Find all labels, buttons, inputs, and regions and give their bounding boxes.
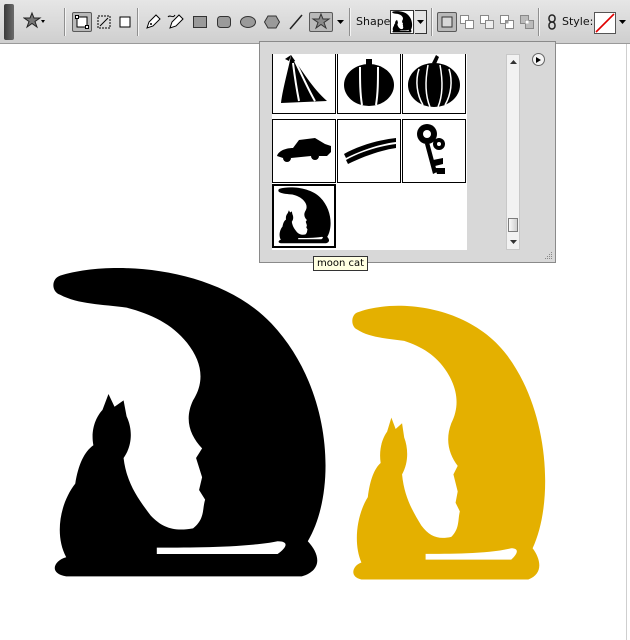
shape-picker-dropdown[interactable] [415, 10, 427, 34]
intersect-shape-icon [500, 15, 514, 29]
rounded-rectangle-icon [217, 16, 231, 28]
canvas-right-edge [626, 44, 627, 640]
add-to-shape-area-button[interactable] [457, 12, 477, 32]
toolbar-grip-handle[interactable] [4, 4, 14, 40]
style-dropdown[interactable] [618, 12, 627, 32]
shape-label: Shape: [356, 15, 395, 28]
custom-shape-tool-dropdown[interactable] [336, 12, 345, 32]
ellipse-tool-button[interactable] [238, 12, 258, 32]
stripes-shape-icon [344, 138, 396, 164]
separator [538, 8, 540, 36]
rectangle-icon [193, 16, 207, 28]
custom-shape-star-icon [311, 12, 331, 32]
shape-thumb-moon-cat[interactable] [272, 184, 336, 248]
subtract-from-shape-area-button[interactable] [477, 12, 497, 32]
separator [137, 8, 139, 36]
no-style-slash-icon [595, 13, 615, 33]
moon-cat-shape-black[interactable] [36, 266, 338, 586]
separator [349, 8, 351, 36]
line-icon [289, 14, 303, 30]
intersect-shape-areas-button[interactable] [497, 12, 517, 32]
shape-thumb-stripes[interactable] [337, 119, 401, 183]
line-tool-button[interactable] [286, 12, 306, 32]
link-layer-style-button[interactable] [542, 12, 562, 32]
dropdown-triangle-icon [417, 20, 424, 24]
shape-picker-scrollbar[interactable] [506, 54, 520, 250]
pumpkin-shape-icon [344, 59, 394, 106]
add-shape-icon [460, 15, 474, 29]
pen-tool-button[interactable] [143, 12, 163, 32]
shape-thumb-key[interactable] [402, 119, 466, 183]
polygon-tool-button[interactable] [262, 12, 282, 32]
custom-shape-preset-icon [23, 11, 45, 29]
shape-thumb-car[interactable] [272, 119, 336, 183]
ellipse-icon [240, 16, 256, 28]
options-bar: Shape: Style: [0, 0, 630, 44]
key-shape-icon [417, 124, 445, 174]
paths-icon [97, 15, 111, 29]
shape-layers-icon [75, 15, 89, 29]
fill-pixels-icon [119, 16, 131, 28]
moon-cat-shape-gold[interactable] [340, 304, 554, 588]
dropdown-triangle-icon [337, 20, 344, 24]
triangle-up-icon [509, 60, 517, 64]
scroll-up-arrow[interactable] [509, 58, 517, 66]
current-shape-swatch[interactable] [390, 10, 414, 34]
shape-thumb-pumpkin[interactable] [337, 54, 401, 114]
tent-shape-icon [281, 55, 327, 103]
tool-preset-picker[interactable] [22, 11, 48, 31]
resize-grip-icon[interactable] [543, 250, 553, 260]
pen-icon [146, 14, 161, 29]
exclude-shape-icon [520, 15, 534, 29]
fill-pixels-mode-button[interactable] [115, 12, 135, 32]
chain-link-icon [548, 14, 556, 30]
triangle-down-icon [509, 240, 517, 244]
scrollbar-thumb[interactable] [508, 218, 518, 232]
rectangle-tool-button[interactable] [190, 12, 210, 32]
paths-mode-button[interactable] [94, 12, 114, 32]
separator [431, 8, 433, 36]
custom-shape-tool-button[interactable] [309, 12, 333, 32]
scroll-down-arrow[interactable] [509, 238, 517, 246]
shape-thumbnail-grid [272, 54, 467, 250]
style-label: Style: [562, 15, 594, 28]
play-triangle-icon [536, 56, 541, 63]
subtract-shape-icon [480, 15, 494, 29]
style-swatch[interactable] [594, 12, 616, 34]
car-shape-icon [277, 138, 331, 162]
separator [64, 8, 66, 36]
new-layer-icon [441, 16, 453, 28]
dropdown-triangle-icon [619, 20, 626, 24]
exclude-overlapping-shape-areas-button[interactable] [517, 12, 537, 32]
moon-cat-shape-icon [391, 11, 413, 33]
moon-cat-thumb-icon [275, 187, 333, 245]
freeform-pen-tool-button[interactable] [166, 12, 186, 32]
shape-thumb-tent[interactable] [272, 54, 336, 114]
polygon-icon [264, 15, 280, 29]
custom-shape-picker-panel [259, 41, 556, 263]
picker-menu-button[interactable] [532, 53, 545, 66]
rounded-rectangle-tool-button[interactable] [214, 12, 234, 32]
freeform-pen-icon [167, 14, 184, 29]
shape-thumb-pumpkin-2[interactable] [402, 54, 466, 114]
create-new-shape-layer-button[interactable] [437, 12, 457, 32]
pumpkin-2-shape-icon [408, 55, 460, 108]
shape-layers-mode-button[interactable] [72, 12, 92, 32]
